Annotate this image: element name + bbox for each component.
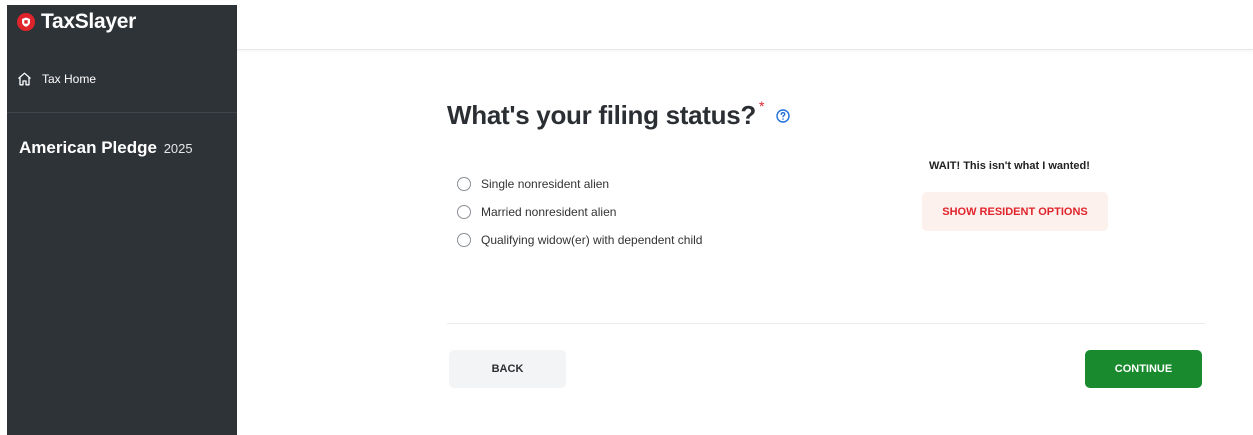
app-frame: TaxSlayer Tax Home American Pledge 2025 … (0, 0, 1253, 435)
option-single-nonresident-alien[interactable]: Single nonresident alien (457, 170, 702, 198)
radio-button[interactable] (457, 177, 471, 191)
required-marker: * (758, 98, 765, 114)
back-button[interactable]: BACK (449, 350, 566, 388)
sidebar-item-tax-home[interactable]: Tax Home (17, 72, 96, 86)
question-circle-icon[interactable] (776, 109, 791, 123)
option-label: Married nonresident alien (481, 205, 617, 219)
content-divider (447, 323, 1205, 324)
option-label: Single nonresident alien (481, 177, 610, 191)
brand-name: TaxSlayer (41, 10, 136, 33)
account-name: American Pledge (19, 138, 157, 157)
wait-message: WAIT! This isn't what I wanted! (929, 160, 1090, 172)
account-year: 2025 (163, 141, 193, 156)
home-icon (18, 72, 31, 86)
taxslayer-logo-icon (17, 13, 35, 31)
sidebar-item-label: Tax Home (42, 72, 97, 86)
option-qualifying-widower[interactable]: Qualifying widow(er) with dependent chil… (457, 226, 702, 254)
sidebar: TaxSlayer Tax Home American Pledge 2025 (7, 5, 237, 435)
top-bar (237, 0, 1253, 50)
page-title: What's your filing status? (447, 100, 756, 130)
continue-button[interactable]: CONTINUE (1085, 350, 1202, 388)
window-edge (0, 0, 7, 435)
radio-button[interactable] (457, 205, 471, 219)
option-label: Qualifying widow(er) with dependent chil… (481, 233, 703, 247)
show-resident-options-button[interactable]: SHOW RESIDENT OPTIONS (922, 192, 1108, 231)
account-title: American Pledge 2025 (19, 138, 193, 158)
brand-logo[interactable]: TaxSlayer (17, 10, 136, 34)
page-title-row: What's your filing status? * (447, 98, 791, 131)
option-married-nonresident-alien[interactable]: Married nonresident alien (457, 198, 702, 226)
filing-status-options: Single nonresident alien Married nonresi… (457, 170, 702, 254)
radio-button[interactable] (457, 233, 471, 247)
sidebar-divider (7, 112, 237, 113)
